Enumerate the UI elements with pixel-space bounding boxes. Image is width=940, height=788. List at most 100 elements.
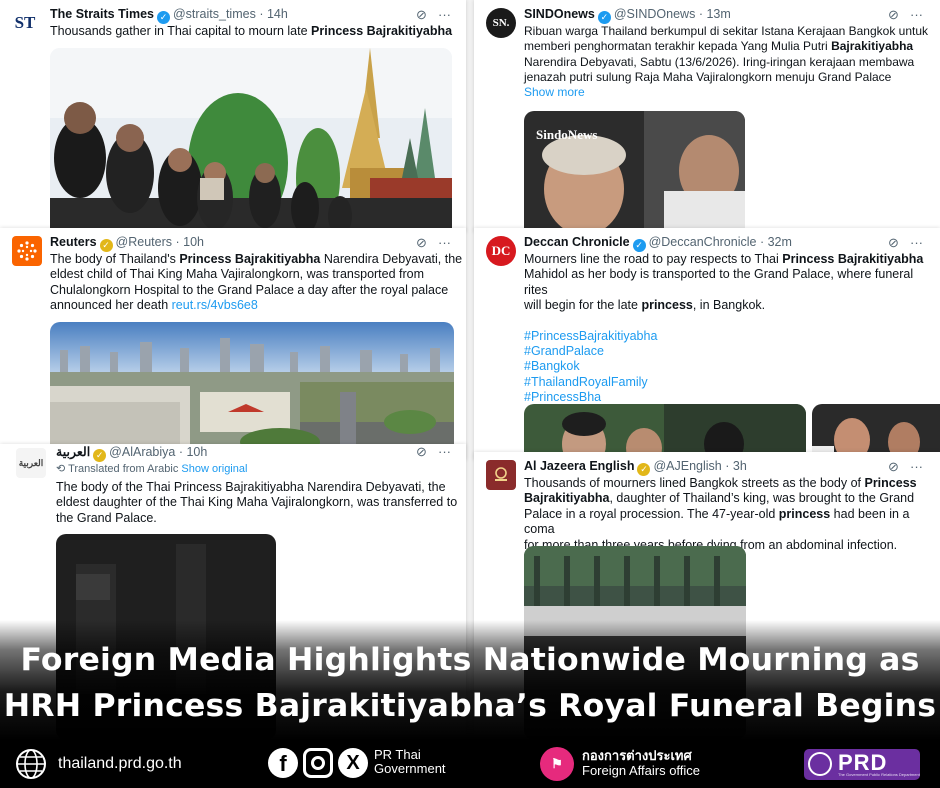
- photo-bangkok-skyline: [50, 322, 454, 460]
- grok-icon[interactable]: ⊘: [416, 235, 427, 251]
- account-name[interactable]: Al Jazeera English: [524, 459, 634, 473]
- account-name[interactable]: العربية: [56, 445, 90, 459]
- avatar-reuters[interactable]: [12, 236, 42, 266]
- image-watermark: SindoNews: [536, 127, 598, 142]
- avatar-al-arabiya[interactable]: العربية: [16, 448, 46, 478]
- tweet-text-line: announced her death reut.rs/4vbs6e8: [50, 298, 462, 313]
- tweet-time: · 14h: [259, 7, 288, 21]
- tweet-header: العربية ✓ @AlArabiya · 10h ⊘ ···: [56, 444, 454, 462]
- tweet-text-line: the Grand Palace.: [56, 510, 157, 525]
- hashtag-link[interactable]: #ThailandRoyalFamily: [524, 375, 940, 390]
- avatar-al-jazeera[interactable]: [486, 460, 516, 490]
- facebook-icon[interactable]: f: [268, 748, 298, 778]
- grok-icon[interactable]: ⊘: [416, 444, 427, 460]
- tweet-time: · 32m: [759, 235, 792, 249]
- tweet-text-part: The body of Thailand's: [50, 252, 180, 266]
- al-jazeera-logo-icon: [495, 467, 507, 481]
- tweet-card-reuters[interactable]: Reuters ✓ @Reuters · 10h ⊘ ··· The body of…: [0, 228, 466, 460]
- more-options-icon[interactable]: ···: [910, 459, 923, 474]
- verified-badge-icon: ✓: [637, 463, 651, 476]
- account-handle[interactable]: @straits_times: [173, 7, 256, 21]
- tweet-header: The Straits Times ✓ @straits_times · 14h ⊘…: [50, 7, 454, 24]
- show-original-link[interactable]: Show original: [181, 463, 247, 475]
- show-more-link[interactable]: Show more: [524, 85, 928, 100]
- tweet-image-bangkok-skyline[interactable]: [50, 322, 454, 460]
- tweet-text-line: Ribuan warga Thailand berkumpul di sekit…: [524, 24, 929, 38]
- grok-icon[interactable]: ⊘: [888, 7, 899, 23]
- headline-overlay: Foreign Media Highlights Nationwide Mour…: [0, 620, 940, 740]
- tweet-text-part: Mourners line the road to pay respects t…: [524, 252, 783, 266]
- account-name[interactable]: The Straits Times: [50, 7, 154, 21]
- tweet-text-part: will begin for the late: [524, 298, 642, 313]
- prd-logo-subtext: The Government Public Relations Departme…: [838, 772, 920, 777]
- verified-badge-icon: ✓: [632, 239, 646, 252]
- account-name[interactable]: Reuters: [50, 235, 97, 249]
- verified-badge-icon: ✓: [156, 11, 170, 24]
- account-handle[interactable]: @AJEnglish: [653, 459, 721, 473]
- tweet-text-line: Mahidol as her body is transported to th…: [524, 267, 914, 297]
- account-handle[interactable]: @SINDOnews: [614, 7, 695, 21]
- account-name[interactable]: Deccan Chronicle: [524, 235, 630, 249]
- hashtag-link[interactable]: #Bangkok: [524, 359, 940, 374]
- account-handle[interactable]: @DeccanChronicle: [649, 235, 757, 249]
- grok-icon[interactable]: ⊘: [888, 459, 899, 475]
- tweet-text-bold: Bajrakitiyabha: [524, 491, 610, 506]
- tweet-text-line: The body of Thailand's Princess Bajrakit…: [50, 252, 462, 267]
- pr-line-1: PR Thai: [374, 747, 421, 762]
- tweet-header: Reuters ✓ @Reuters · 10h ⊘ ···: [50, 235, 454, 252]
- globe-icon: [15, 748, 47, 780]
- tweet-text-bold: princess: [778, 506, 831, 521]
- grok-icon[interactable]: ⊘: [416, 7, 427, 23]
- tweet-image-sindonews[interactable]: SindoNews: [524, 111, 745, 232]
- avatar-deccan-chronicle[interactable]: DC: [486, 236, 516, 266]
- tweet-link[interactable]: reut.rs/4vbs6e8: [172, 298, 258, 312]
- tweet-text-part: memberi penghormatan terakhir kepada Yan…: [524, 39, 832, 54]
- tweet-card-straits-times[interactable]: ST The Straits Times ✓ @straits_times · 14…: [0, 0, 466, 232]
- tweet-image-mourners-temple[interactable]: [50, 48, 452, 232]
- tweet-text-part: Narendira Debyavati, the: [320, 252, 463, 266]
- tweet-text-line: The body of the Thai Princess Bajrakitiy…: [56, 480, 446, 494]
- tweet-text-part: Palace in a royal procession. The 47-yea…: [524, 506, 779, 521]
- avatar-sindonews[interactable]: SN.: [486, 8, 516, 38]
- instagram-icon[interactable]: [303, 748, 333, 778]
- more-options-icon[interactable]: ···: [910, 7, 923, 22]
- more-options-icon[interactable]: ···: [438, 444, 451, 459]
- account-handle[interactable]: @AlArabiya: [109, 445, 175, 459]
- tweet-card-sindonews[interactable]: SN. SINDOnews ✓ @SINDOnews · 13m ⊘ ··· Rib…: [474, 0, 940, 232]
- tweet-text-bold: Princess Bajrakitiyabha: [782, 252, 924, 266]
- tweet-card-deccan-chronicle[interactable]: DC Deccan Chronicle ✓ @DeccanChronicle · 3…: [474, 228, 940, 460]
- grok-icon[interactable]: ⊘: [888, 235, 899, 251]
- hashtag-link[interactable]: #GrandPalace: [524, 344, 940, 359]
- avatar-text: العربية: [18, 457, 44, 468]
- avatar-text: ST: [14, 13, 36, 32]
- office-english-name: Foreign Affairs office: [582, 763, 701, 778]
- more-options-icon[interactable]: ···: [910, 235, 923, 250]
- account-name[interactable]: SINDOnews: [524, 7, 595, 21]
- hashtag-link[interactable]: #PrincessBajrakitiyabha: [524, 329, 940, 344]
- avatar-straits-times[interactable]: ST: [10, 8, 40, 38]
- tweet-text-part: , daughter of Thailand’s king, was broug…: [609, 491, 915, 506]
- tweet-time: · 3h: [725, 459, 747, 473]
- tweet-text: Ribuan warga Thailand berkumpul di sekit…: [524, 24, 928, 100]
- account-handle[interactable]: @Reuters: [116, 235, 172, 249]
- headline-line-1: Foreign Media Highlights Nationwide Mour…: [20, 642, 920, 678]
- tweet-text-bold: Princess Bajrakitiyabha: [311, 24, 453, 38]
- tweet-text-line: Mourners line the road to pay respects t…: [524, 252, 940, 267]
- tweet-text-line: Palace in a royal procession. The 47-yea…: [524, 507, 940, 538]
- verified-badge-icon: ✓: [99, 239, 113, 252]
- verified-badge-icon: ✓: [93, 449, 107, 462]
- tweet-header: Deccan Chronicle ✓ @DeccanChronicle · 32m …: [524, 235, 928, 252]
- tweet-text-line: Narendira Debyavati, Sabtu (13/6/2026). …: [524, 54, 915, 69]
- foreign-affairs-logo-icon: ⚑: [540, 747, 574, 781]
- x-icon[interactable]: X: [338, 748, 368, 778]
- tweet-time: · 13m: [698, 7, 731, 21]
- website-link[interactable]: thailand.prd.go.th: [58, 755, 182, 773]
- tweet-text: The body of Thailand's Princess Bajrakit…: [50, 252, 462, 314]
- tweet-text: Mourners line the road to pay respects t…: [524, 252, 940, 406]
- translate-icon: ⟲: [56, 463, 69, 475]
- more-options-icon[interactable]: ···: [438, 235, 451, 250]
- office-thai-name: กองการต่างประเทศ: [582, 748, 692, 763]
- more-options-icon[interactable]: ···: [438, 7, 451, 22]
- tweet-text: Thousands of mourners lined Bangkok stre…: [524, 476, 940, 553]
- foreign-affairs-label: กองการต่างประเทศ Foreign Affairs office: [582, 748, 700, 778]
